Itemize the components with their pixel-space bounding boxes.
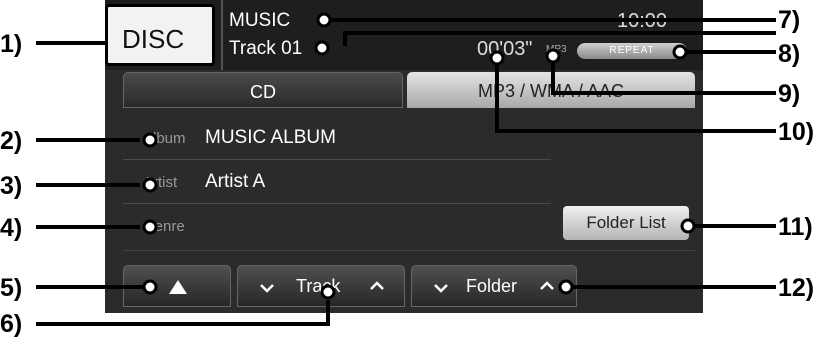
callout-11: 11) (778, 213, 813, 241)
callout-6: 6) (0, 310, 23, 338)
callout-1: 1) (0, 30, 23, 58)
callout-2: 2) (0, 127, 23, 155)
callout-5: 5) (0, 274, 23, 302)
callout-10: 10) (778, 118, 815, 146)
callout-12: 12) (778, 274, 815, 302)
callout-9: 9) (778, 80, 801, 108)
callout-7: 7) (778, 6, 801, 34)
callout-8: 8) (778, 40, 801, 68)
callout-3: 3) (0, 172, 23, 200)
callout-lines (36, 12, 776, 326)
callout-4: 4) (0, 214, 23, 242)
